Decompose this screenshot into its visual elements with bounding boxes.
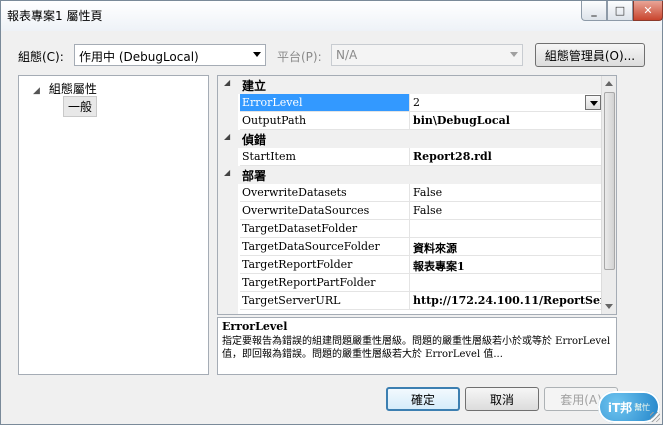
- collapse-icon[interactable]: ◢: [224, 168, 230, 177]
- description-pane: ErrorLevel 指定要報告為錯誤的組建問題嚴重性層級。問題的嚴重性層級若小…: [217, 317, 617, 375]
- maximize-icon: □: [614, 4, 626, 17]
- window-title: 報表專案1 屬性頁: [7, 9, 103, 23]
- property-value[interactable]: [410, 220, 602, 238]
- collapse-icon[interactable]: ◢: [33, 86, 45, 96]
- maximize-button[interactable]: □: [607, 1, 633, 21]
- minimize-button[interactable]: _: [581, 1, 607, 21]
- property-name: StartItem: [240, 148, 410, 166]
- property-row-outputpath[interactable]: OutputPath bin\DebugLocal: [218, 112, 602, 130]
- platform-label: 平台(P):: [277, 50, 322, 64]
- category-tree: ◢ 組態屬性 一般: [18, 75, 209, 375]
- category-label: 偵錯: [242, 133, 267, 147]
- badge-text: iT邦: [607, 400, 633, 415]
- property-row-targetreportpartfolder[interactable]: TargetReportPartFolder: [218, 274, 602, 292]
- property-pages-dialog: 報表專案1 屬性頁 _ □ ✕ 組態(C): 作用中 (DebugLocal) …: [0, 0, 663, 425]
- property-row-targetdatasourcefolder[interactable]: TargetDataSourceFolder 資料來源: [218, 238, 602, 256]
- property-name: TargetServerURL: [240, 292, 410, 310]
- property-value[interactable]: Report28.rdl: [410, 148, 602, 166]
- tree-item-label: 組態屬性: [48, 82, 97, 96]
- category-row-debug[interactable]: ◢ 偵錯: [218, 130, 602, 148]
- property-value[interactable]: [410, 274, 602, 292]
- property-row-errorlevel[interactable]: ErrorLevel 2: [218, 94, 602, 112]
- minimize-icon: _: [591, 4, 597, 17]
- collapse-icon[interactable]: ◢: [224, 132, 230, 141]
- category-row-build[interactable]: ◢ 建立: [218, 76, 602, 94]
- description-title: ErrorLevel: [222, 320, 288, 333]
- resize-grip-icon[interactable]: [650, 412, 660, 422]
- property-value[interactable]: False: [410, 184, 602, 202]
- scroll-up-icon[interactable]: [605, 81, 613, 86]
- property-row-startitem[interactable]: StartItem Report28.rdl: [218, 148, 602, 166]
- cancel-button[interactable]: 取消: [465, 387, 539, 411]
- property-value[interactable]: 報表專案1: [410, 256, 602, 274]
- platform-value: N/A: [336, 48, 358, 62]
- close-button[interactable]: ✕: [633, 1, 663, 21]
- property-value[interactable]: 2: [410, 94, 602, 112]
- close-icon: ✕: [643, 4, 653, 17]
- scroll-down-icon[interactable]: [605, 304, 613, 309]
- description-text: 指定要報告為錯誤的組建問題嚴重性層級。問題的嚴重性層級若小於或等於 ErrorL…: [222, 336, 611, 360]
- property-value-text: 2: [413, 96, 420, 109]
- category-label: 建立: [242, 79, 267, 93]
- value-dropdown-button[interactable]: [585, 95, 601, 110]
- property-grid: ◢ 建立 ErrorLevel 2 OutputPath bin\DebugLo…: [217, 75, 617, 315]
- property-name: TargetReportFolder: [240, 256, 410, 274]
- property-value[interactable]: http://172.24.100.11/ReportServe: [410, 292, 602, 310]
- title-bar[interactable]: 報表專案1 屬性頁 _ □ ✕: [1, 1, 663, 31]
- property-name: OutputPath: [240, 112, 410, 130]
- property-value[interactable]: bin\DebugLocal: [410, 112, 602, 130]
- property-row-targetserverurl[interactable]: TargetServerURL http://172.24.100.11/Rep…: [218, 292, 602, 310]
- property-name: TargetReportPartFolder: [240, 274, 410, 292]
- property-value[interactable]: 資料來源: [410, 238, 602, 256]
- property-value[interactable]: False: [410, 202, 602, 220]
- category-label: 部署: [242, 169, 267, 183]
- scrollbar-thumb[interactable]: [604, 92, 615, 270]
- property-name: OverwriteDataSources: [240, 202, 410, 220]
- property-name: ErrorLevel: [240, 94, 410, 112]
- chevron-down-icon: [510, 52, 518, 57]
- property-row-overwritedatasets[interactable]: OverwriteDatasets False: [218, 184, 602, 202]
- property-name: TargetDatasetFolder: [240, 220, 410, 238]
- property-row-targetdatasetfolder[interactable]: TargetDatasetFolder: [218, 220, 602, 238]
- configuration-label: 組態(C):: [18, 50, 64, 64]
- category-row-deploy[interactable]: ◢ 部署: [218, 166, 602, 184]
- collapse-icon[interactable]: ◢: [224, 78, 230, 87]
- configuration-value: 作用中 (DebugLocal): [79, 50, 199, 64]
- property-row-targetreportfolder[interactable]: TargetReportFolder 報表專案1: [218, 256, 602, 274]
- configuration-manager-button[interactable]: 組態管理員(O)...: [535, 43, 645, 67]
- property-row-overwritedatasources[interactable]: OverwriteDataSources False: [218, 202, 602, 220]
- property-name: OverwriteDatasets: [240, 184, 410, 202]
- tree-item-general[interactable]: 一般: [63, 96, 98, 117]
- configuration-dropdown[interactable]: 作用中 (DebugLocal): [74, 44, 266, 66]
- property-name: TargetDataSourceFolder: [240, 238, 410, 256]
- chevron-down-icon: [253, 52, 261, 57]
- platform-dropdown[interactable]: N/A: [331, 44, 523, 66]
- grid-scrollbar[interactable]: [601, 76, 616, 314]
- ok-button[interactable]: 確定: [386, 387, 460, 411]
- tree-item-configuration-properties[interactable]: ◢ 組態屬性: [33, 80, 97, 97]
- badge-subtext: 幫忙: [634, 402, 651, 412]
